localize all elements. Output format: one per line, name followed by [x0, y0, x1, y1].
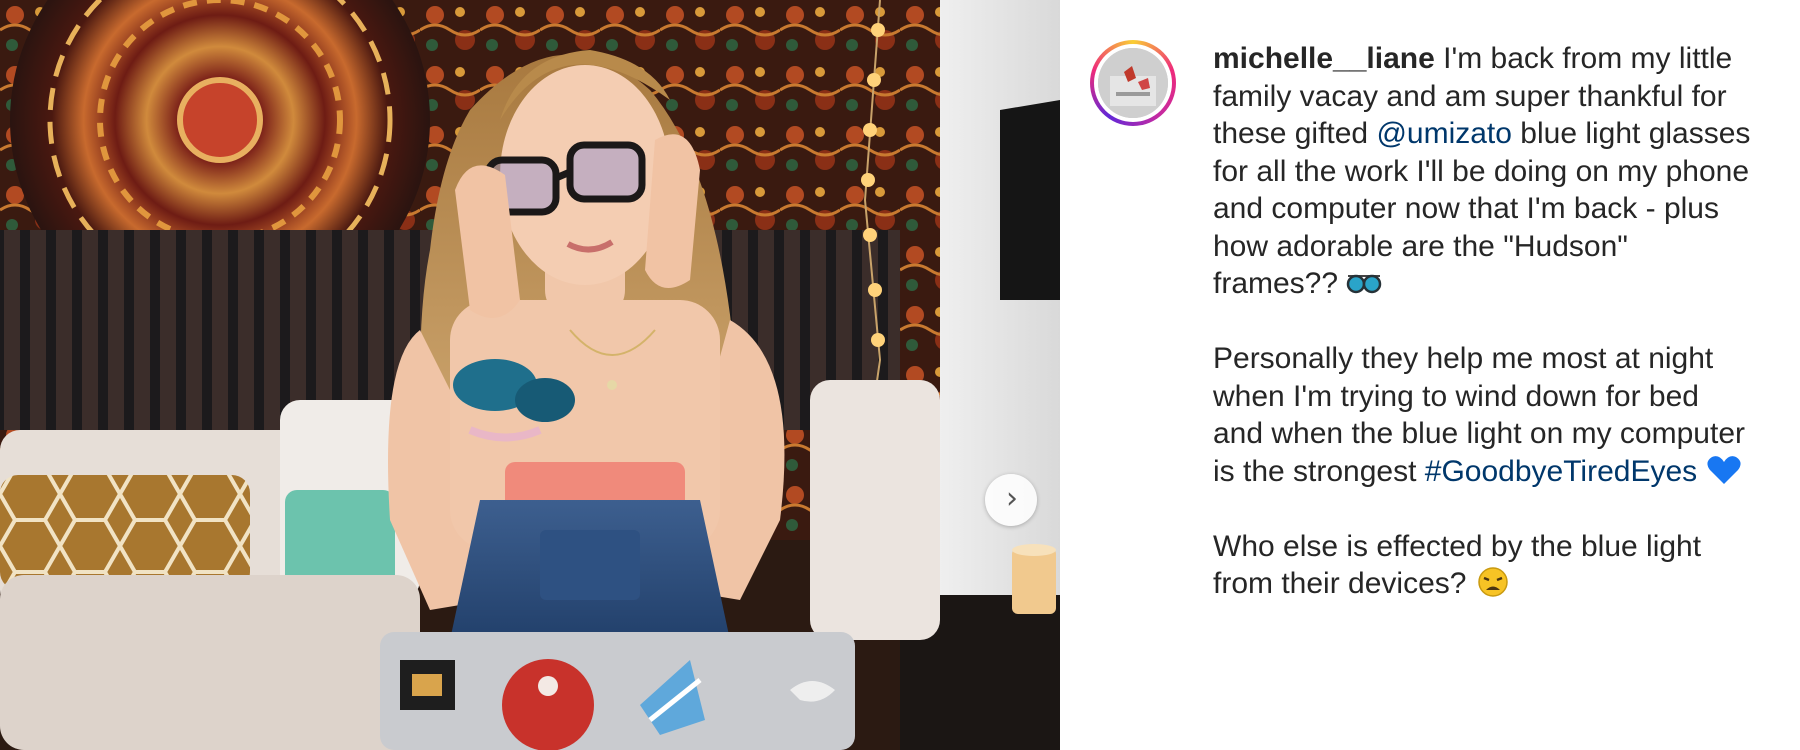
caption-paragraph-2: Personally they help me most at night wh… [1213, 340, 1753, 490]
caption-paragraph-3: Who else is effected by the blue light f… [1213, 528, 1753, 603]
blue-heart-emoji-icon [1706, 455, 1741, 484]
post-caption: michelle__liane I'm back from my little … [1213, 40, 1753, 640]
photo-illustration [0, 0, 1060, 750]
hashtag-link[interactable]: #GoodbyeTiredEyes [1425, 455, 1697, 488]
username-link[interactable]: michelle__liane [1213, 42, 1435, 75]
next-photo-button[interactable]: › [985, 474, 1037, 526]
weary-face-emoji-icon [1478, 567, 1508, 597]
avatar [1098, 48, 1168, 118]
sunglasses-emoji-icon [1347, 274, 1382, 294]
chevron-right-icon: › [1006, 480, 1018, 516]
post-photo[interactable]: › [0, 0, 1060, 750]
caption-paragraph-1: michelle__liane I'm back from my little … [1213, 40, 1753, 303]
avatar-image [1098, 48, 1168, 118]
caption-text: Who else is effected by the blue light f… [1213, 529, 1702, 601]
avatar-story-ring[interactable] [1090, 40, 1176, 126]
caption-panel: michelle__liane I'm back from my little … [1060, 0, 1800, 750]
mention-link[interactable]: @umizato [1376, 117, 1512, 150]
instagram-post: › michelle__liane I'm back from my littl… [0, 0, 1800, 750]
